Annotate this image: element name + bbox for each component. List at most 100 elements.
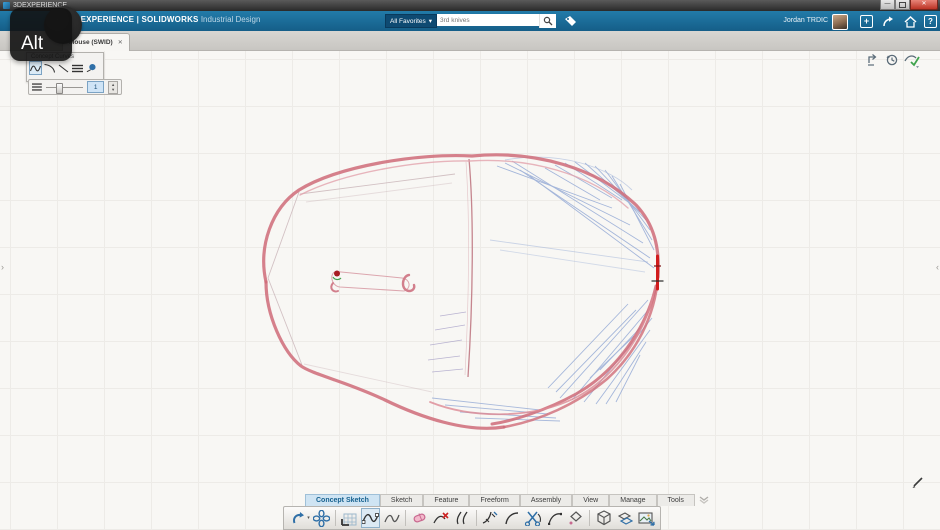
brand-title: 3DEXPERIENCE | SOLIDWORKS Industrial Des… xyxy=(70,15,261,24)
search-button[interactable] xyxy=(539,14,557,28)
tab-assembly[interactable]: Assembly xyxy=(519,494,573,506)
stroke-width-input[interactable] xyxy=(87,81,105,93)
compass-button[interactable] xyxy=(312,508,331,528)
home-icon xyxy=(904,15,917,28)
search-bar: All Favorites ▾ xyxy=(385,14,577,28)
point-icon xyxy=(86,63,96,73)
planes-icon xyxy=(618,511,634,525)
split-curve-button[interactable] xyxy=(523,508,543,528)
question-icon: ? xyxy=(924,15,937,28)
alt-key-overlay: Alt xyxy=(10,8,72,61)
trim-icon xyxy=(432,512,449,524)
tab-concept-sketch[interactable]: Concept Sketch xyxy=(305,494,380,506)
tab-tools[interactable]: Tools xyxy=(656,494,695,506)
line-tool-button[interactable] xyxy=(57,61,70,75)
trim-curve-button[interactable] xyxy=(431,508,450,528)
home-button[interactable] xyxy=(903,14,918,29)
pencil-cursor-icon xyxy=(912,477,923,488)
line-icon xyxy=(58,64,69,72)
control-point-icon xyxy=(569,511,583,525)
offset-curve-icon xyxy=(456,511,468,525)
separator xyxy=(475,510,477,526)
application-window: 3DEXPERIENCE — ✕ 3DEXPERIENCE | SOLIDWOR… xyxy=(0,0,940,530)
document-tab-bar: Mouse (SWID) ✕ xyxy=(0,31,940,51)
sketch-grid-button[interactable] xyxy=(340,508,359,528)
separator xyxy=(589,510,591,526)
spline-tool-button[interactable] xyxy=(29,61,42,75)
tab-close-icon[interactable]: ✕ xyxy=(118,39,123,46)
action-bar-tabs: Concept Sketch Sketch Feature Freeform A… xyxy=(305,493,713,506)
insert-image-icon xyxy=(638,511,655,526)
cube-icon xyxy=(597,510,611,526)
slider-handle[interactable] xyxy=(55,82,63,94)
eraser-icon xyxy=(413,513,426,523)
undo-icon xyxy=(292,511,304,523)
stroke-width-stepper[interactable]: ▲ ▼ xyxy=(108,80,119,94)
tag-button[interactable] xyxy=(564,14,577,28)
user-name[interactable]: Jordan TRDIC xyxy=(783,17,828,24)
user-avatar[interactable] xyxy=(832,14,848,30)
offset-curve-button[interactable] xyxy=(453,508,472,528)
document-tab-label: Mouse (SWID) xyxy=(69,39,113,46)
history-icon[interactable] xyxy=(885,53,899,67)
fillet-arc-button[interactable] xyxy=(502,508,521,528)
stroke-width-slider[interactable] xyxy=(45,82,84,94)
arc-tool-button[interactable] xyxy=(43,61,56,75)
stroke-style-bar: ▲ ▼ xyxy=(28,79,122,95)
undo-dropdown-icon[interactable]: ▾ xyxy=(307,515,310,521)
freehand-spline-button[interactable] xyxy=(382,508,401,528)
share-arrow-icon xyxy=(883,16,893,26)
tab-sketch[interactable]: Sketch xyxy=(379,494,424,506)
maximize-button[interactable] xyxy=(895,0,910,10)
action-bar-icons: ▾ xyxy=(283,506,661,530)
more-tabs-chevron-icon[interactable] xyxy=(695,496,713,506)
sketch-canvas[interactable] xyxy=(0,50,940,530)
close-button[interactable]: ✕ xyxy=(910,0,938,10)
style-list-button[interactable] xyxy=(71,61,84,75)
search-scope-dropdown[interactable]: All Favorites ▾ xyxy=(385,14,438,28)
plus-icon: + xyxy=(860,15,873,28)
arc-icon xyxy=(547,512,562,525)
window-titlebar: 3DEXPERIENCE — ✕ xyxy=(0,0,940,11)
right-panel-expander[interactable]: ‹ xyxy=(936,262,939,272)
spline-icon xyxy=(362,513,379,524)
spline-icon xyxy=(30,65,41,71)
share-button[interactable] xyxy=(881,14,896,29)
tag-icon xyxy=(565,16,577,26)
tab-manage[interactable]: Manage xyxy=(609,494,657,506)
tab-freeform[interactable]: Freeform xyxy=(469,494,520,506)
undo-button[interactable] xyxy=(288,508,307,528)
separator xyxy=(405,510,407,526)
search-input[interactable] xyxy=(437,14,540,26)
spline-button[interactable] xyxy=(360,508,381,528)
point-tool-button[interactable] xyxy=(85,61,98,75)
app-icon xyxy=(3,2,10,9)
add-content-button[interactable]: + xyxy=(859,14,874,29)
arc-button[interactable] xyxy=(545,508,564,528)
search-icon xyxy=(543,16,553,26)
refresh-icon[interactable] xyxy=(866,53,880,67)
approve-icon[interactable] xyxy=(904,53,922,69)
left-panel-expander[interactable]: › xyxy=(1,262,4,272)
freehand-spline-icon xyxy=(384,514,400,522)
cube-button[interactable] xyxy=(594,508,613,528)
stepper-down-icon[interactable]: ▼ xyxy=(109,87,117,93)
separator xyxy=(334,510,336,526)
sketch-grid-icon xyxy=(341,513,357,526)
planes-button[interactable] xyxy=(616,508,635,528)
minimize-button[interactable]: — xyxy=(880,0,895,10)
blend-curve-button[interactable] xyxy=(481,508,500,528)
eraser-button[interactable] xyxy=(410,508,429,528)
app-topbar: 3DEXPERIENCE | SOLIDWORKS Industrial Des… xyxy=(0,11,940,31)
stroke-list-icon[interactable] xyxy=(32,83,42,91)
help-button[interactable]: ? xyxy=(923,14,938,29)
tab-feature[interactable]: Feature xyxy=(423,494,470,506)
compass-icon xyxy=(312,509,330,527)
chevron-down-icon: ▾ xyxy=(428,18,433,25)
edition-label: Industrial Design xyxy=(200,15,261,24)
scissors-icon xyxy=(525,511,542,526)
insert-image-button[interactable] xyxy=(637,508,656,528)
line-styles-icon xyxy=(72,64,83,72)
control-point-button[interactable] xyxy=(566,508,585,528)
tab-view[interactable]: View xyxy=(572,494,610,506)
